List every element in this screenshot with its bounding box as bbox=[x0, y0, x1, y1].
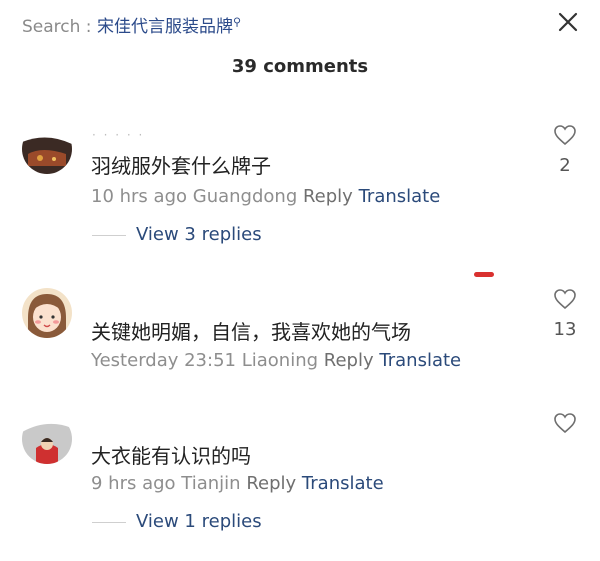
replies-divider bbox=[92, 521, 126, 523]
view-replies-label: View 3 replies bbox=[136, 224, 262, 245]
avatar[interactable] bbox=[22, 288, 72, 338]
heart-outline-icon[interactable] bbox=[553, 124, 577, 146]
commenter-name[interactable]: · · · · · bbox=[92, 128, 144, 142]
replies-divider bbox=[92, 234, 126, 236]
search-label: Search : bbox=[22, 17, 97, 37]
heart-outline-icon[interactable] bbox=[553, 288, 577, 310]
translate-button[interactable]: Translate bbox=[379, 350, 461, 371]
comment-meta: 10 hrs ago Guangdong Reply Translate bbox=[91, 186, 440, 207]
like-count: 2 bbox=[559, 155, 571, 176]
search-bar[interactable]: Search : 宋佳代言服装品牌⚲ bbox=[22, 12, 241, 37]
view-replies-button[interactable]: View 3 replies bbox=[92, 224, 262, 245]
reply-button[interactable]: Reply bbox=[246, 473, 296, 494]
comment-text: 大衣能有认识的吗 bbox=[91, 444, 251, 468]
search-query[interactable]: 宋佳代言服装品牌 bbox=[97, 17, 233, 37]
avatar[interactable] bbox=[22, 124, 72, 174]
translate-button[interactable]: Translate bbox=[302, 473, 384, 494]
search-icon: ⚲ bbox=[232, 15, 242, 29]
close-icon[interactable] bbox=[556, 10, 580, 34]
view-replies-button[interactable]: View 1 replies bbox=[92, 511, 262, 532]
comment-time: Yesterday 23:51 bbox=[91, 350, 236, 371]
heart-outline-icon[interactable] bbox=[553, 412, 577, 434]
comment-text: 羽绒服外套什么牌子 bbox=[91, 154, 271, 178]
reply-button[interactable]: Reply bbox=[303, 186, 353, 207]
comment-location: Liaoning bbox=[241, 350, 319, 371]
comment-text: 关键她明媚，自信，我喜欢她的气场 bbox=[91, 320, 411, 344]
search-header: Search : 宋佳代言服装品牌⚲ bbox=[0, 0, 600, 48]
comment-meta: 9 hrs ago Tianjin Reply Translate bbox=[91, 473, 384, 494]
comment-time: 9 hrs ago bbox=[91, 473, 176, 494]
comment-location: Guangdong bbox=[192, 186, 298, 207]
translate-button[interactable]: Translate bbox=[359, 186, 441, 207]
avatar[interactable] bbox=[22, 414, 72, 464]
reply-button[interactable]: Reply bbox=[324, 350, 374, 371]
comment-meta: Yesterday 23:51 Liaoning Reply Translate bbox=[91, 350, 461, 371]
comment-location: Tianjin bbox=[181, 473, 241, 494]
like-count: 13 bbox=[553, 319, 577, 340]
comments-count: 39 comments bbox=[231, 56, 369, 77]
comment-time: 10 hrs ago bbox=[91, 186, 188, 207]
red-mark bbox=[474, 272, 494, 277]
view-replies-label: View 1 replies bbox=[136, 511, 262, 532]
